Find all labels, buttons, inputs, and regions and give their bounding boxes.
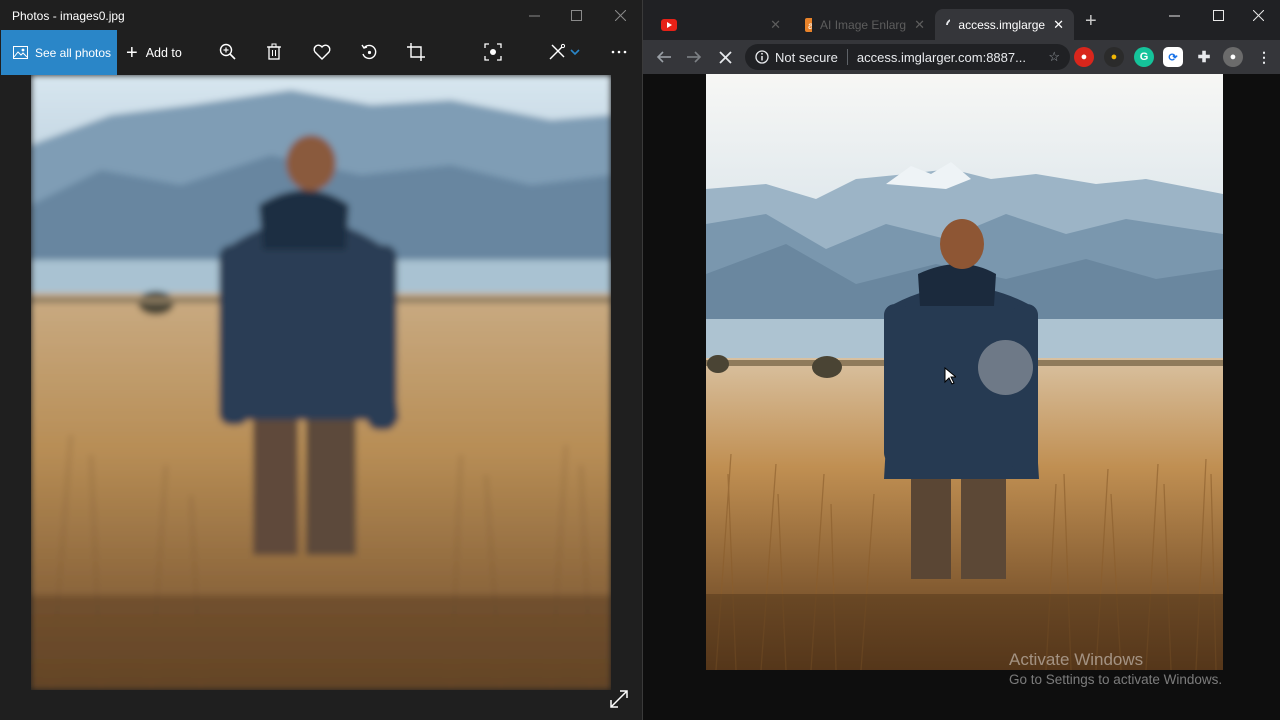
tab-close-icon[interactable]: ✕ bbox=[1045, 17, 1064, 33]
browser-window: ✕ a AI Image Enlarg ✕ access.imglarge ✕ … bbox=[643, 0, 1280, 720]
window-title: Photos - images0.jpg bbox=[12, 9, 125, 23]
add-to-label: Add to bbox=[145, 45, 182, 60]
rotate-icon[interactable] bbox=[358, 41, 380, 63]
close-button[interactable] bbox=[1236, 0, 1280, 30]
maximize-button[interactable] bbox=[554, 0, 598, 30]
tab-close-icon[interactable]: ✕ bbox=[906, 17, 925, 33]
favorite-icon[interactable] bbox=[311, 41, 333, 63]
minimize-button[interactable] bbox=[1152, 0, 1196, 30]
youtube-icon bbox=[661, 18, 677, 31]
new-tab-button[interactable]: + bbox=[1085, 11, 1097, 31]
activate-windows-subtitle: Go to Settings to activate Windows. bbox=[1009, 672, 1223, 687]
photos-icon bbox=[13, 46, 28, 59]
crop-icon[interactable] bbox=[405, 41, 427, 63]
add-to-button[interactable]: + Add to bbox=[126, 30, 182, 75]
screen-extension-icon[interactable]: ⟳ bbox=[1163, 47, 1183, 67]
tab-imglarger-label: access.imglarge bbox=[958, 17, 1046, 32]
favicon-icon: a bbox=[805, 17, 813, 32]
expand-icon[interactable] bbox=[608, 688, 630, 710]
maximize-button[interactable] bbox=[1196, 0, 1240, 30]
delete-icon[interactable] bbox=[263, 41, 285, 63]
tab-ai-image-enlarger[interactable]: a AI Image Enlarg ✕ bbox=[795, 9, 935, 40]
tab-imglarger[interactable]: access.imglarge ✕ bbox=[935, 9, 1074, 40]
close-button[interactable] bbox=[598, 0, 642, 30]
url-text[interactable]: access.imglarger.com:8887... bbox=[857, 50, 1026, 65]
ublock-extension-icon[interactable]: ● bbox=[1074, 47, 1094, 67]
mouse-cursor-icon bbox=[944, 367, 956, 385]
info-icon[interactable] bbox=[755, 50, 769, 64]
svg-text:a: a bbox=[808, 21, 812, 32]
grammarly-extension-icon[interactable]: G bbox=[1134, 47, 1154, 67]
coin-extension-icon[interactable]: ● bbox=[1104, 47, 1124, 67]
photo-original bbox=[31, 75, 611, 690]
stop-loading-icon[interactable] bbox=[714, 46, 736, 68]
forward-arrow-icon[interactable] bbox=[683, 46, 705, 68]
browser-toolbar: Not secure access.imglarger.com:8887... … bbox=[643, 40, 1280, 74]
zoom-in-icon[interactable] bbox=[217, 41, 239, 63]
plus-icon: + bbox=[126, 41, 138, 64]
enhance-icon[interactable] bbox=[482, 41, 504, 63]
back-arrow-icon[interactable] bbox=[653, 46, 675, 68]
photos-toolbar: See all photos + Add to bbox=[0, 30, 642, 75]
tab-ai-label: AI Image Enlarg bbox=[820, 17, 907, 32]
edit-icon[interactable] bbox=[546, 41, 568, 63]
activate-windows-title: Activate Windows bbox=[1009, 650, 1144, 669]
photo-enlarged bbox=[706, 74, 1223, 670]
photos-titlebar: Photos - images0.jpg bbox=[0, 0, 642, 30]
minimize-button[interactable] bbox=[512, 0, 556, 30]
page-content: Activate Windows Go to Settings to activ… bbox=[643, 74, 1280, 720]
see-all-label: See all photos bbox=[35, 45, 112, 60]
tab-close-icon[interactable]: ✕ bbox=[762, 17, 781, 33]
loading-icon bbox=[946, 18, 951, 25]
bookmark-star-icon[interactable]: ☆ bbox=[1048, 49, 1060, 65]
address-separator bbox=[846, 49, 848, 65]
extensions-puzzle-icon[interactable]: ✚ bbox=[1194, 47, 1214, 67]
more-icon[interactable] bbox=[608, 41, 630, 63]
address-bar[interactable]: Not secure access.imglarger.com:8887... … bbox=[745, 44, 1070, 70]
cursor-highlight bbox=[978, 340, 1033, 395]
tab-strip: ✕ a AI Image Enlarg ✕ access.imglarge ✕ … bbox=[643, 0, 1280, 40]
security-label: Not secure bbox=[775, 49, 838, 65]
see-all-photos-button[interactable]: See all photos bbox=[1, 30, 117, 75]
chevron-down-icon[interactable] bbox=[568, 41, 582, 63]
menu-kebab-icon[interactable]: ⋮ bbox=[1254, 47, 1274, 67]
desktop: Photos - images0.jpg See all photos + Ad… bbox=[0, 0, 1280, 720]
photos-window: Photos - images0.jpg See all photos + Ad… bbox=[0, 0, 642, 720]
tab-youtube[interactable]: ✕ bbox=[651, 9, 791, 40]
profile-avatar[interactable]: ● bbox=[1223, 47, 1243, 67]
